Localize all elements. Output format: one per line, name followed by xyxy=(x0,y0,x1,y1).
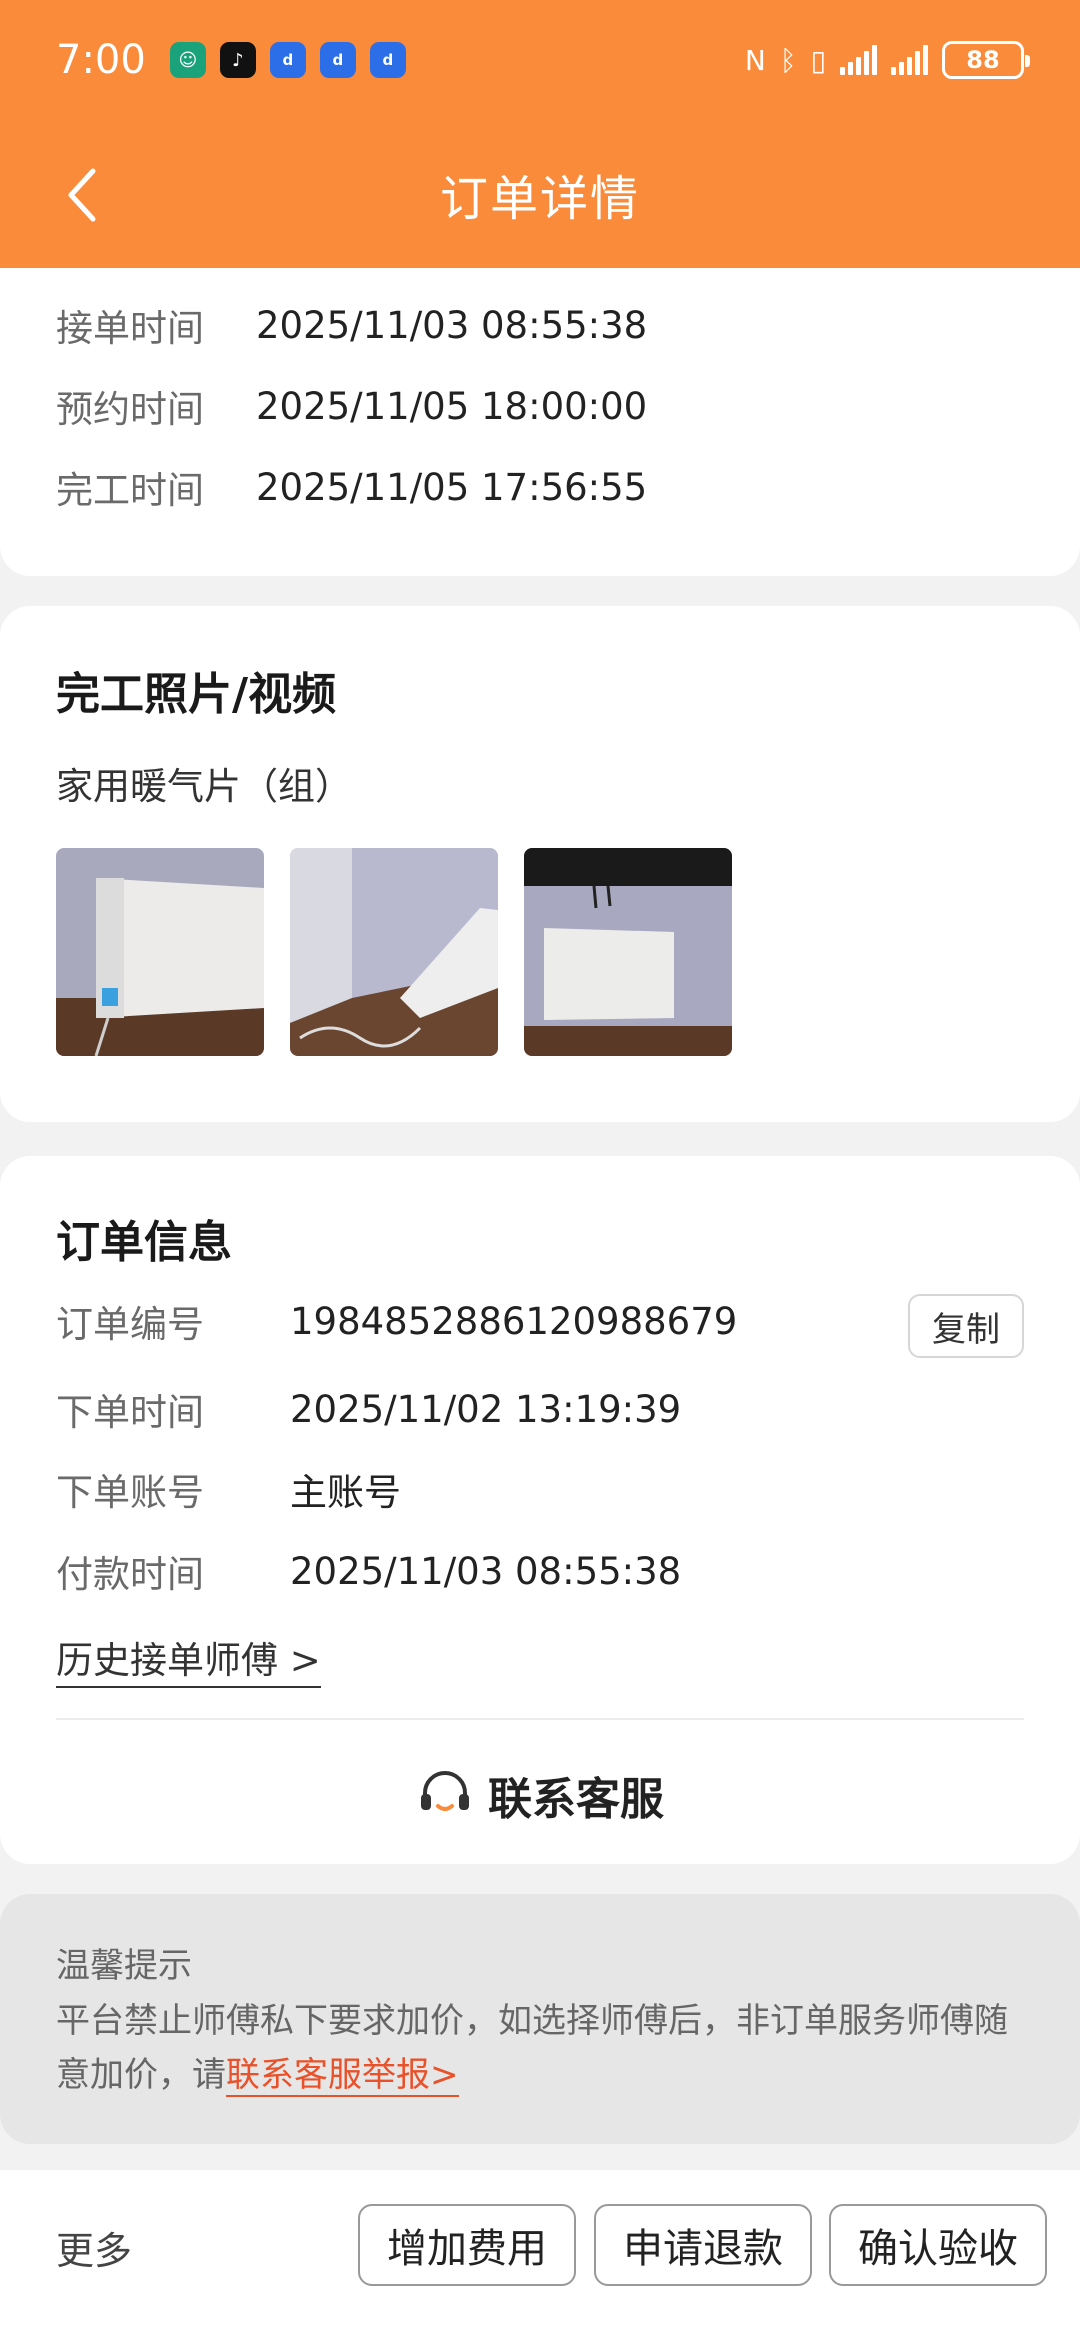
headset-icon xyxy=(421,1771,469,1811)
item-name: 家用暖气片（组） xyxy=(56,765,352,808)
app-notification-icon: d xyxy=(319,42,356,78)
bottom-action-bar: 更多 增加费用 申请退款 确认验收 xyxy=(0,2170,1080,2331)
completion-time-row: 完工时间 2025/11/05 17:56:55 xyxy=(56,460,647,514)
row-label: 接单时间 xyxy=(56,307,204,350)
row-label: 付款时间 xyxy=(56,1553,204,1596)
row-value: 2025/11/05 17:56:55 xyxy=(256,465,648,509)
add-fee-button[interactable]: 增加费用 xyxy=(358,2204,576,2286)
appointment-time-row: 预约时间 2025/11/05 18:00:00 xyxy=(56,379,647,433)
copy-button[interactable]: 复制 xyxy=(908,1294,1024,1358)
chevron-left-icon xyxy=(68,168,96,222)
battery-level: 88 xyxy=(966,46,1000,74)
app-notification-icon: ☺ xyxy=(169,42,206,78)
row-value: 主账号 xyxy=(290,1471,401,1514)
back-button[interactable] xyxy=(52,160,112,230)
request-refund-button[interactable]: 申请退款 xyxy=(594,2204,812,2286)
contact-support-button[interactable]: 联系客服 xyxy=(0,1750,1080,1840)
warm-tips-card: 温馨提示 平台禁止师傅私下要求加价，如选择师傅后，非订单服务师傅随意加价，请联系… xyxy=(0,1894,1080,2144)
history-technicians-link[interactable]: 历史接单师傅 > xyxy=(56,1630,321,1688)
app-notification-icon: d xyxy=(269,42,306,78)
row-value: 2025/11/02 13:19:39 xyxy=(290,1387,682,1431)
row-value: 2025/11/03 08:55:38 xyxy=(256,303,648,347)
divider xyxy=(56,1718,1024,1720)
row-value: 2025/11/03 08:55:38 xyxy=(290,1549,682,1593)
confirm-acceptance-button[interactable]: 确认验收 xyxy=(829,2204,1047,2286)
row-label: 下单账号 xyxy=(56,1471,204,1514)
status-bar: 7:00 ☺ ♪ d d d N ᛒ ▯ 88 xyxy=(0,0,1080,120)
nfc-icon: N xyxy=(744,43,766,77)
vibrate-icon: ▯ xyxy=(810,43,826,77)
order-account-row: 下单账号 主账号 xyxy=(56,1462,401,1516)
status-time: 7:00 xyxy=(56,37,146,83)
payment-time-row: 付款时间 2025/11/03 08:55:38 xyxy=(56,1544,681,1598)
contact-support-label: 联系客服 xyxy=(488,1774,664,1825)
completion-photo[interactable] xyxy=(56,848,264,1056)
row-label: 订单编号 xyxy=(56,1303,204,1346)
header-bar: 7:00 ☺ ♪ d d d N ᛒ ▯ 88 订单详情 xyxy=(0,0,1080,268)
row-label: 预约时间 xyxy=(56,388,204,431)
time-info-card: 接单时间 2025/11/03 08:55:38 预约时间 2025/11/05… xyxy=(0,268,1080,576)
order-number: 1984852886120988679 xyxy=(290,1299,738,1343)
row-label: 下单时间 xyxy=(56,1391,204,1434)
page-title: 订单详情 xyxy=(439,171,640,227)
report-link[interactable]: 联系客服举报> xyxy=(226,2055,459,2097)
signal-icon xyxy=(891,45,928,75)
tips-title: 温馨提示 xyxy=(56,1946,192,1986)
nav-bar: 订单详情 xyxy=(0,120,1080,268)
order-time-row: 下单时间 2025/11/02 13:19:39 xyxy=(56,1382,681,1436)
completion-photo[interactable] xyxy=(290,848,498,1056)
section-title: 订单信息 xyxy=(56,1217,232,1268)
tips-body: 平台禁止师傅私下要求加价，如选择师傅后，非订单服务师傅随意加价，请联系客服举报> xyxy=(56,1994,1016,2102)
more-button[interactable]: 更多 xyxy=(56,2220,132,2275)
accept-time-row: 接单时间 2025/11/03 08:55:38 xyxy=(56,298,647,352)
tips-text: 平台禁止师傅私下要求加价，如选择师傅后，非订单服务师傅随意加价，请 xyxy=(56,2001,1008,2095)
order-number-row: 订单编号 1984852886120988679 xyxy=(56,1294,737,1348)
battery-icon: 88 xyxy=(942,41,1030,79)
signal-icon xyxy=(840,45,877,75)
row-value: 2025/11/05 18:00:00 xyxy=(256,384,648,428)
completion-photo[interactable] xyxy=(524,848,732,1056)
bluetooth-icon: ᛒ xyxy=(779,43,797,77)
tiktok-icon: ♪ xyxy=(219,42,256,78)
row-label: 完工时间 xyxy=(56,469,204,512)
section-title: 完工照片/视频 xyxy=(56,669,337,720)
app-notification-icon: d xyxy=(369,42,406,78)
